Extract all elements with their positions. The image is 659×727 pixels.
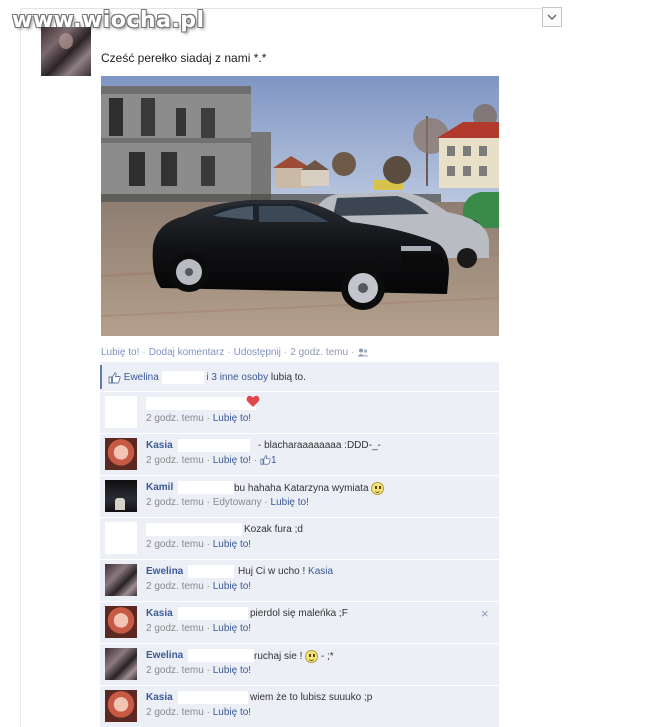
- redacted-surname: [178, 607, 248, 620]
- redacted-surname: [188, 649, 254, 662]
- comment-text: Huj Ci w ucho ! Kasia: [238, 566, 333, 577]
- smiley-icon: [305, 650, 319, 663]
- comment-like-link[interactable]: Lubię to!: [213, 455, 251, 466]
- like-link[interactable]: Lubię to!: [101, 347, 139, 358]
- comment-time[interactable]: 2 godz. temu: [146, 497, 204, 508]
- delete-comment-button[interactable]: ×: [481, 606, 489, 621]
- car-photo-image: [101, 76, 499, 336]
- comment-time[interactable]: 2 godz. temu: [146, 707, 204, 718]
- commenter-name[interactable]: Ewelina: [146, 650, 183, 661]
- comment-meta: 2 godz. temu · Lubię to!: [146, 539, 252, 550]
- comment-text: Kozak fura ;d: [244, 524, 303, 535]
- add-comment-link[interactable]: Dodaj komentarz: [149, 347, 225, 358]
- comment-text: - blacharaaaaaaaa :DDD-_-: [258, 440, 381, 451]
- comment-time[interactable]: 2 godz. temu: [146, 539, 204, 550]
- comment-like-link[interactable]: Lubię to!: [213, 539, 251, 550]
- likes-name-link[interactable]: Ewelina: [124, 372, 159, 383]
- comment-like-count[interactable]: 1: [271, 455, 277, 466]
- comment-meta: 2 godz. temu · Lubię to!: [146, 581, 252, 592]
- commenter-avatar[interactable]: [105, 606, 137, 638]
- post-time[interactable]: 2 godz. temu: [290, 347, 348, 358]
- post-text: Cześć perełko siadaj z nami *.*: [101, 51, 267, 65]
- mention-link[interactable]: Kasia: [308, 566, 333, 577]
- chevron-down-icon: [547, 13, 557, 20]
- heart-icon: [246, 395, 260, 407]
- comment-item: Kamil bu hahaha Katarzyna wymiata 2 godz…: [100, 475, 499, 516]
- redacted-name: [146, 397, 256, 410]
- comment-text: ruchaj sie ! - ;*: [254, 650, 334, 663]
- commenter-name[interactable]: Ewelina: [146, 566, 183, 577]
- likes-others-link[interactable]: i 3 inne osoby: [206, 372, 268, 383]
- likes-summary: Ewelina i 3 inne osoby lubią to.: [100, 365, 499, 389]
- commenter-avatar[interactable]: [105, 522, 137, 554]
- commenter-name[interactable]: Kamil: [146, 482, 173, 493]
- comment-text: bu hahaha Katarzyna wymiata: [234, 482, 385, 495]
- smiley-icon: [371, 482, 385, 495]
- commenter-avatar[interactable]: [105, 480, 137, 512]
- redacted-surname: [178, 481, 234, 494]
- comment-edited[interactable]: Edytowany: [213, 497, 262, 508]
- friends-icon[interactable]: [357, 348, 369, 357]
- comment-like-link[interactable]: Lubię to!: [213, 581, 251, 592]
- commenter-avatar[interactable]: [105, 690, 137, 722]
- commenter-name[interactable]: Kasia: [146, 440, 173, 451]
- comment-meta: 2 godz. temu · Lubię to!: [146, 623, 252, 634]
- redacted-surname: [178, 691, 248, 704]
- comment-item: Kasia - blacharaaaaaaaa :DDD-_- 2 godz. …: [100, 433, 499, 474]
- comment-text: pierdol się maleńka ;F: [250, 608, 348, 619]
- redacted-surname: [178, 439, 250, 452]
- comment-like-link[interactable]: Lubię to!: [213, 623, 251, 634]
- comment-item: Kozak fura ;d 2 godz. temu · Lubię to!: [100, 517, 499, 558]
- comment-item: Kasia wiem że to lubisz suuuko ;p 2 godz…: [100, 685, 499, 726]
- commenter-avatar[interactable]: [105, 396, 137, 428]
- commenter-avatar[interactable]: [105, 438, 137, 470]
- comment-meta: 2 godz. temu · Lubię to!: [146, 707, 252, 718]
- comment-like-link[interactable]: Lubię to!: [213, 413, 251, 424]
- frame-left-border: [20, 8, 21, 727]
- comment-text-after: - ;*: [320, 651, 334, 663]
- comment-text-content: ruchaj sie !: [254, 651, 303, 663]
- comment-like-link[interactable]: Lubię to!: [271, 497, 309, 508]
- comment-time[interactable]: 2 godz. temu: [146, 455, 204, 466]
- commenter-avatar[interactable]: [105, 648, 137, 680]
- comment-time[interactable]: 2 godz. temu: [146, 623, 204, 634]
- comment-text-content: Huj Ci w ucho !: [238, 566, 306, 577]
- comment-meta: 2 godz. temu · Lubię to! · 1: [146, 455, 277, 466]
- comment-like-link[interactable]: Lubię to!: [213, 707, 251, 718]
- post-photo[interactable]: [101, 76, 499, 336]
- comment-text-content: bu hahaha Katarzyna wymiata: [234, 483, 369, 495]
- comment-time[interactable]: 2 godz. temu: [146, 413, 204, 424]
- comment-item: Ewelina Huj Ci w ucho ! Kasia 2 godz. te…: [100, 559, 499, 600]
- redacted-name: [146, 523, 242, 536]
- post-action-bar: Lubię to! · Dodaj komentarz · Udostępnij · 2 g…: [101, 347, 369, 358]
- likes-suffix: lubią to.: [270, 372, 306, 384]
- commenter-avatar[interactable]: [105, 564, 137, 596]
- post-options-button[interactable]: [542, 7, 562, 27]
- commenter-name[interactable]: Kasia: [146, 692, 173, 703]
- comment-text: wiem że to lubisz suuuko ;p: [250, 692, 373, 703]
- poster-avatar[interactable]: [41, 27, 91, 76]
- comments-box: Ewelina i 3 inne osoby lubią to. 2 godz.…: [100, 362, 499, 727]
- comment-text: [246, 395, 260, 411]
- comment-meta: 2 godz. temu · Edytowany · Lubię to!: [146, 497, 309, 508]
- comment-item: 2 godz. temu · Lubię to!: [100, 391, 499, 432]
- comment-time[interactable]: 2 godz. temu: [146, 581, 204, 592]
- comment-time[interactable]: 2 godz. temu: [146, 665, 204, 676]
- thumbs-up-icon: [108, 371, 121, 383]
- commenter-name[interactable]: Kasia: [146, 608, 173, 619]
- thumbs-up-icon: [260, 455, 271, 465]
- comment-item: Kasia pierdol się maleńka ;F × 2 godz. t…: [100, 601, 499, 642]
- comment-like-link[interactable]: Lubię to!: [213, 665, 251, 676]
- comment-meta: 2 godz. temu · Lubię to!: [146, 413, 252, 424]
- comment-meta: 2 godz. temu · Lubię to!: [146, 665, 252, 676]
- redacted-surname: [161, 371, 204, 384]
- share-link[interactable]: Udostępnij: [234, 347, 281, 358]
- comment-item: Ewelina ruchaj sie ! - ;* 2 godz. temu ·…: [100, 643, 499, 684]
- redacted-surname: [188, 565, 234, 578]
